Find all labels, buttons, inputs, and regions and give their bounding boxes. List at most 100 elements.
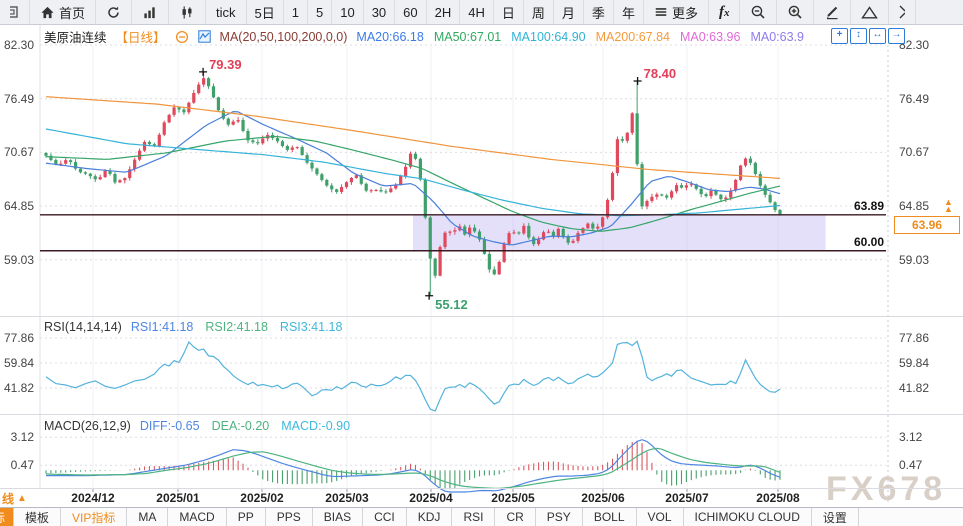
rsi-formula: RSI(14,14,14)	[44, 320, 122, 334]
mini-chart-icon[interactable]	[198, 30, 211, 43]
tab-macd[interactable]: MACD	[168, 508, 226, 526]
tab-设置[interactable]: 设置	[812, 508, 859, 526]
y-axis-tick: 70.67	[0, 145, 34, 159]
tab-kdj[interactable]: KDJ	[407, 508, 453, 526]
tab-ichimoku-cloud[interactable]: ICHIMOKU CLOUD	[684, 508, 812, 526]
pencil-icon	[824, 4, 840, 20]
ma-values: MA20:66.18MA50:67.01MA100:64.90MA200:67.…	[356, 30, 804, 44]
toolbar-button-30m[interactable]: 30	[364, 0, 395, 24]
toolbar-button-year[interactable]: 年	[614, 0, 644, 24]
scroll-up-arrow[interactable]: ▲▲	[944, 199, 953, 213]
x-axis-label: 2025/06	[581, 491, 624, 505]
tab-模板[interactable]: 模板	[14, 508, 61, 526]
candles-icon	[179, 5, 195, 20]
pane-separator	[0, 488, 963, 489]
toolbar-button-label: 1	[292, 5, 299, 20]
toolbar-button-4h[interactable]: 4H	[460, 0, 494, 24]
rsi-axis-tick: 59.84	[0, 356, 34, 370]
x-axis-label: 2025/01	[156, 491, 199, 505]
scale-x-icon[interactable]: ↔	[869, 28, 886, 44]
toolbar-button-label: 60	[403, 5, 417, 20]
toolbar-button-label: 季	[592, 3, 605, 22]
chart-controls: +↕↔→	[831, 28, 905, 44]
tab-cr[interactable]: CR	[495, 508, 535, 526]
main-chart-canvas[interactable]	[0, 0, 963, 526]
toolbar-button-1m[interactable]: 1	[284, 0, 308, 24]
tab-bias[interactable]: BIAS	[313, 508, 363, 526]
rsi-value: RSI1:41.18	[131, 320, 194, 334]
toolbar-button-60m[interactable]: 60	[395, 0, 426, 24]
indicator-tab-bar: 标模板VIP指标MAMACDPPPPSBIASCCIKDJRSICRPSYBOL…	[0, 507, 963, 526]
scale-y-icon[interactable]: ↕	[850, 28, 867, 44]
toolbar-button-month[interactable]: 月	[554, 0, 584, 24]
main-legend: 美原油连续 【日线】 MA(20,50,100,200,0,0) MA20:66…	[44, 27, 804, 46]
tab-pps[interactable]: PPS	[266, 508, 313, 526]
pane-separator	[0, 414, 963, 415]
bar-chart-icon	[142, 5, 158, 20]
macd-formula: MACD(26,12,9)	[44, 419, 131, 433]
x-axis-label: 2025/02	[240, 491, 283, 505]
y-axis-tick: 70.67	[899, 145, 929, 159]
tab-vol[interactable]: VOL	[637, 508, 684, 526]
tab-pp[interactable]: PP	[227, 508, 266, 526]
toolbar-button-week[interactable]: 周	[524, 0, 554, 24]
tab-psy[interactable]: PSY	[536, 508, 583, 526]
toolbar-button-chart-type-candle[interactable]	[169, 0, 206, 24]
toolbar-button-label: 首页	[59, 3, 85, 22]
pan-icon[interactable]: +	[831, 28, 848, 44]
macd-axis-tick: 0.47	[0, 458, 34, 472]
toolbar-button-home[interactable]: 首页	[30, 0, 96, 24]
price-annotation: 55.12	[435, 297, 468, 312]
fx-icon: fx	[719, 4, 730, 21]
tab-vip指标[interactable]: VIP指标	[61, 508, 127, 526]
toolbar-button-zoom-out[interactable]	[740, 0, 777, 24]
menu-icon	[654, 5, 668, 19]
ma-value: MA0:63.96	[680, 30, 740, 44]
latest-icon[interactable]: →	[888, 28, 905, 44]
toolbar-button-label: 年	[622, 3, 635, 22]
toolbar-button-formula[interactable]: fx	[709, 0, 741, 24]
y-axis-tick: 76.49	[899, 92, 929, 106]
symbol-name: 美原油连续	[44, 27, 107, 46]
toolbar-button-chart-type-bar[interactable]	[132, 0, 169, 24]
collapse-icon[interactable]	[175, 30, 189, 44]
toolbar-button-label: 5日	[255, 3, 275, 22]
y-axis-tick: 64.85	[899, 199, 929, 213]
up-triangle-icon: ▲	[17, 493, 27, 504]
period-mini-label: 线	[2, 490, 14, 507]
y-axis-tick: 64.85	[0, 199, 34, 213]
tab-partial[interactable]: 标	[0, 508, 14, 526]
toolbar-button-tick[interactable]: tick	[206, 0, 247, 24]
toolbar-button-shapes[interactable]	[851, 0, 889, 24]
flag-icon	[899, 4, 905, 20]
toolbar-button-back[interactable]	[0, 0, 30, 24]
toolbar-button-flag[interactable]	[889, 0, 916, 24]
x-axis-label: 2024/12	[71, 491, 114, 505]
tab-cci[interactable]: CCI	[363, 508, 407, 526]
toolbar-button-quarter[interactable]: 季	[584, 0, 614, 24]
toolbar-button-more[interactable]: 更多	[644, 0, 709, 24]
toolbar-button-day[interactable]: 日	[494, 0, 524, 24]
rsi-axis-tick: 41.82	[899, 381, 929, 395]
toolbar-button-label: 30	[372, 5, 386, 20]
toolbar-button-10m[interactable]: 10	[332, 0, 363, 24]
macd-axis-tick: 3.12	[899, 430, 922, 444]
toolbar-button-5d[interactable]: 5日	[247, 0, 284, 24]
rsi-value: RSI3:41.18	[280, 320, 343, 334]
tab-boll[interactable]: BOLL	[583, 508, 637, 526]
toolbar-button-draw[interactable]	[814, 0, 851, 24]
x-axis-label: 2025/08	[756, 491, 799, 505]
toolbar-button-2h[interactable]: 2H	[427, 0, 461, 24]
zoom-in-icon	[787, 4, 803, 20]
toolbar-button-zoom-in[interactable]	[777, 0, 814, 24]
period-mini-badge[interactable]: 线 ▲	[2, 490, 27, 507]
macd-value: DEA:-0.20	[212, 419, 270, 433]
toolbar-button-5m[interactable]: 5	[308, 0, 332, 24]
toolbar-button-refresh[interactable]	[96, 0, 132, 24]
tab-rsi[interactable]: RSI	[452, 508, 495, 526]
y-axis-tick: 59.03	[899, 253, 929, 267]
charting-app: 首页tick5日151030602H4H日周月季年更多fx FX678 美原油连…	[0, 0, 963, 526]
top-toolbar: 首页 tick 5日 15 10 30 60 2H4H日周月季年更多 fx	[0, 0, 963, 25]
tab-ma[interactable]: MA	[127, 508, 168, 526]
toolbar-button-label: 10	[340, 5, 354, 20]
